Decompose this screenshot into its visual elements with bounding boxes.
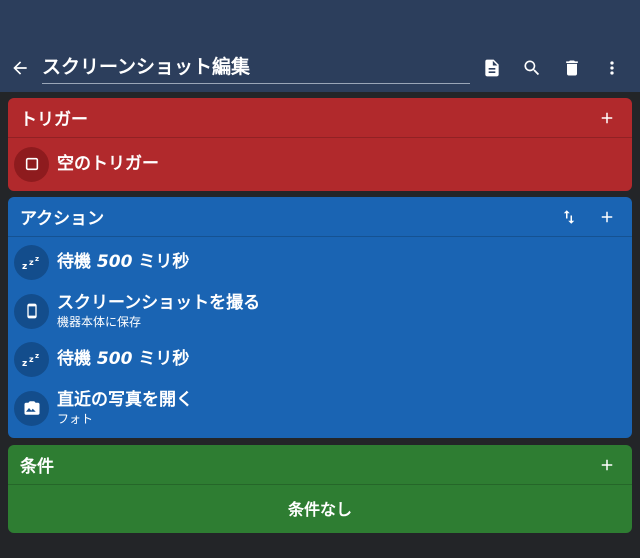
swap-vert-icon: [563, 210, 575, 224]
action-icon-circle: z z z: [14, 341, 49, 377]
action-item-sublabel: フォト: [57, 412, 94, 426]
more-options-button[interactable]: [592, 44, 632, 92]
phone-icon: [26, 303, 37, 319]
action-item-open-photo[interactable]: 直近の写真を開く フォト: [8, 383, 632, 433]
svg-text:z: z: [35, 255, 39, 263]
add-trigger-button[interactable]: [588, 98, 626, 138]
action-title: アクション: [20, 209, 105, 229]
status-bar: [0, 0, 640, 44]
camera-icon: [24, 401, 39, 415]
back-arrow-icon: [13, 61, 27, 75]
svg-text:z: z: [22, 359, 27, 368]
action-icon-circle: [14, 390, 49, 426]
delete-icon: [566, 60, 578, 76]
wait-label-value: 500: [96, 349, 133, 369]
macro-name-field[interactable]: スクリーンショット編集: [42, 52, 470, 84]
no-conditions-text: 条件なし: [287, 500, 352, 519]
wait-label-prefix: 待機: [57, 252, 91, 272]
wait-label-suffix: ミリ秒: [138, 349, 190, 369]
trigger-title: トリガー: [20, 110, 88, 130]
action-item-wait-1[interactable]: z z z 待機 500 ミリ秒: [8, 237, 632, 287]
description-button[interactable]: [472, 44, 512, 92]
action-item-label: 待機 500 ミリ秒: [57, 251, 189, 273]
add-action-button[interactable]: [588, 197, 626, 237]
trigger-icon-circle: [14, 146, 49, 182]
svg-text:z: z: [29, 258, 34, 267]
plus-icon: [601, 112, 613, 124]
action-header: アクション: [8, 197, 632, 237]
trigger-panel: トリガー 空のトリガー: [8, 98, 632, 191]
top-toolbar: スクリーンショット編集: [0, 44, 640, 92]
action-icon-circle: [14, 293, 49, 329]
action-item-screenshot[interactable]: スクリーンショットを撮る 機器本体に保存: [8, 287, 632, 335]
macro-name-text: スクリーンショット編集: [42, 56, 251, 78]
action-panel: アクション z z z 待機 500 ミリ秒 スクリーンショットを撮る 機器本体…: [8, 197, 632, 438]
action-item-sublabel: 機器本体に保存: [57, 315, 142, 329]
wait-label-value: 500: [96, 252, 133, 272]
search-button[interactable]: [512, 44, 552, 92]
condition-header: 条件: [8, 445, 632, 485]
sleep-zzz-icon: z z z: [22, 255, 39, 271]
plus-icon: [601, 211, 613, 223]
search-icon: [524, 60, 540, 76]
trigger-item[interactable]: 空のトリガー: [8, 138, 632, 190]
trigger-header: トリガー: [8, 98, 632, 138]
sleep-zzz-icon: z z z: [22, 352, 39, 368]
document-icon: [485, 59, 499, 77]
square-outline-icon: [25, 157, 38, 171]
delete-button[interactable]: [552, 44, 592, 92]
trigger-item-label: 空のトリガー: [57, 154, 159, 174]
action-icon-circle: z z z: [14, 244, 49, 280]
add-condition-button[interactable]: [588, 445, 626, 485]
action-item-label: 直近の写真を開く: [57, 390, 193, 410]
plus-icon: [601, 459, 613, 471]
svg-text:z: z: [35, 352, 39, 360]
reorder-actions-button[interactable]: [550, 197, 588, 237]
wait-label-suffix: ミリ秒: [138, 252, 190, 272]
action-item-wait-2[interactable]: z z z 待機 500 ミリ秒: [8, 335, 632, 383]
back-button[interactable]: [0, 44, 40, 92]
svg-text:z: z: [22, 262, 27, 271]
condition-title: 条件: [20, 457, 54, 477]
svg-text:z: z: [29, 355, 34, 364]
condition-panel: 条件 条件なし: [8, 445, 632, 533]
more-vert-icon: [610, 61, 614, 75]
action-item-label: 待機 500 ミリ秒: [57, 348, 189, 370]
action-item-label: スクリーンショットを撮る: [57, 293, 261, 313]
wait-label-prefix: 待機: [57, 349, 91, 369]
